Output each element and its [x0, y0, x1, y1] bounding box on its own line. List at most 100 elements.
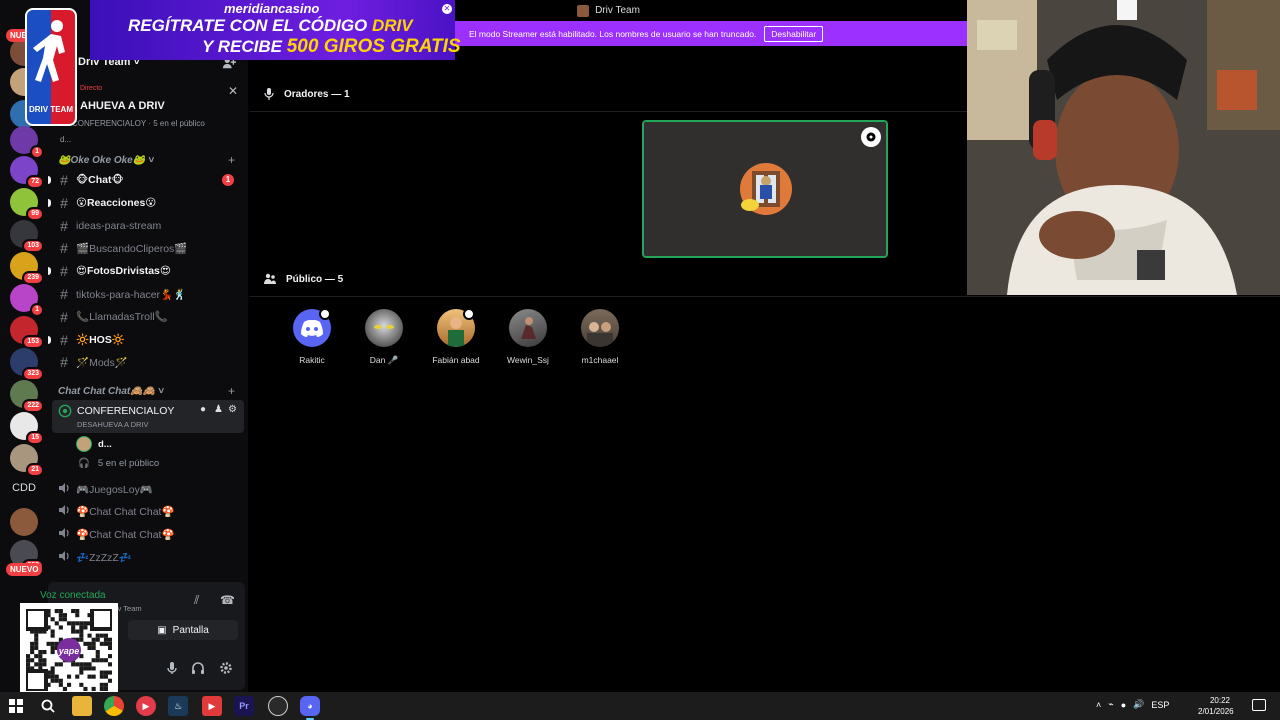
text-channel[interactable]: # 🐵Chat🐵 1: [48, 170, 242, 190]
audience-member[interactable]: Fabián abad: [420, 308, 492, 366]
logo-text: DRIV TEAM: [29, 105, 73, 114]
new-servers-pill[interactable]: NUEVO: [6, 563, 43, 576]
mention-count-badge: 72: [26, 175, 44, 189]
text-channel[interactable]: # 📞LlamadasTroll📞: [52, 307, 242, 327]
audience-member[interactable]: Wewin_Ssj: [492, 309, 564, 366]
steam-icon[interactable]: ♨: [168, 696, 188, 716]
text-channel[interactable]: # 😮Reacciones😮: [48, 193, 242, 213]
promo-banner: meridiancasino REGÍTRATE CON EL CÓDIGO D…: [90, 0, 461, 60]
disable-streamer-mode-button[interactable]: Deshabilitar: [764, 25, 824, 42]
text-channel[interactable]: # ideas-para-stream: [52, 216, 242, 236]
server-icon[interactable]: 222: [10, 380, 44, 413]
channel-name: 🔆HOS🔆: [76, 334, 125, 347]
server-icon[interactable]: 323: [10, 348, 44, 381]
voice-channel[interactable]: 🍄Chat Chat Chat🍄: [52, 502, 242, 522]
add-channel-icon[interactable]: +: [228, 153, 235, 167]
search-icon[interactable]: [38, 696, 58, 716]
audience-member[interactable]: m1chaael: [564, 309, 636, 366]
obs-icon[interactable]: [268, 696, 288, 716]
mention-count-badge: 21: [26, 463, 44, 477]
headphones-icon[interactable]: [190, 660, 206, 676]
server-icon[interactable]: 99: [10, 188, 44, 221]
chevron-up-icon[interactable]: ˄: [1096, 700, 1101, 710]
player-silhouette-icon: [33, 20, 65, 82]
voice-channel[interactable]: 🎮JuegosLoy🎮: [52, 479, 242, 499]
speaker-tile[interactable]: [642, 120, 888, 258]
server-icon[interactable]: 239: [10, 252, 44, 285]
premiere-pro-icon[interactable]: Pr: [234, 696, 254, 716]
close-icon[interactable]: ✕: [228, 84, 238, 98]
server-icon[interactable]: 72: [10, 156, 44, 189]
server-icon[interactable]: [10, 508, 38, 536]
microphone-icon[interactable]: [164, 660, 180, 676]
audience-list: Rakitic Dan 🎤 Fabián abad Wewin_Ssj m1ch…: [276, 308, 636, 366]
mention-count-badge: 1: [30, 145, 44, 159]
add-member-icon[interactable]: ♟: [214, 405, 224, 415]
gear-icon[interactable]: ⚙: [228, 405, 238, 415]
text-channel[interactable]: # 🔆HOS🔆: [48, 330, 242, 350]
microphone-icon: [264, 88, 274, 100]
server-icon[interactable]: 1: [10, 284, 44, 317]
text-channel[interactable]: # 🪄Mods🪄: [52, 352, 242, 372]
media-player-icon[interactable]: ▶: [136, 696, 156, 716]
windows-taskbar: ▶ ♨ ▶ Pr ◕ ˄ ⌁ ● 🔊 ESP 20:22 2/01/2026: [0, 692, 1280, 720]
microphone-icon[interactable]: ●: [1121, 700, 1126, 710]
category-oke-oke-oke[interactable]: 🐸Oke Oke Oke🐸 ˅: [58, 155, 154, 166]
live-stage-member: d...: [60, 135, 72, 144]
text-channel[interactable]: # tiktoks-para-hacer💃🕺: [52, 284, 242, 304]
server-icon[interactable]: 153: [10, 316, 44, 349]
qr-pattern: yape: [24, 607, 114, 693]
chrome-icon[interactable]: [104, 696, 124, 716]
hash-icon: #: [60, 354, 68, 371]
notification-center-icon[interactable]: [1252, 699, 1266, 711]
server-icon[interactable]: 1: [10, 126, 44, 159]
driv-team-logo: DRIV TEAM: [25, 8, 77, 126]
voice-channel[interactable]: 🍄Chat Chat Chat🍄: [52, 525, 242, 545]
windows-start-icon[interactable]: [6, 696, 26, 716]
chat-icon[interactable]: ●: [200, 405, 210, 415]
divider: [250, 296, 1280, 297]
category-label: Oke Oke Oke: [70, 155, 133, 166]
avatar: [509, 309, 547, 347]
stage-channel-topic: DESAHUEVA A DRIV: [77, 420, 149, 429]
avatar: [76, 436, 92, 452]
volume-icon[interactable]: 🔊: [1133, 699, 1144, 710]
add-channel-icon[interactable]: +: [228, 384, 235, 398]
record-app-icon[interactable]: ▶: [202, 696, 222, 716]
stage-channel-conferencialoy[interactable]: CONFERENCIALOY DESAHUEVA A DRIV ● ♟ ⚙: [52, 400, 244, 433]
noise-suppression-icon[interactable]: ⫽: [194, 593, 199, 608]
voice-channel[interactable]: 💤ZzZzZ💤: [52, 547, 242, 567]
server-icon[interactable]: 15: [10, 412, 44, 445]
speakers-header-label: Oradores — 1: [284, 88, 350, 100]
server-cdd[interactable]: CDD: [6, 482, 42, 494]
disconnect-icon[interactable]: ☎: [220, 593, 235, 607]
text-channel[interactable]: # 🎬BuscandoCliperos🎬: [52, 238, 242, 258]
avatar: [581, 309, 619, 347]
audience-member-name: Fabián abad: [432, 355, 480, 365]
mention-count-badge: 239: [22, 271, 44, 285]
clock[interactable]: 20:22 2/01/2026: [1198, 695, 1234, 717]
channel-name: 🪄Mods🪄: [76, 356, 128, 369]
discord-taskbar-icon[interactable]: ◕: [300, 696, 320, 720]
server-icon[interactable]: 103: [10, 220, 44, 253]
gear-icon[interactable]: [218, 660, 234, 676]
promo-line-2: Y RECIBE 500 GIROS GRATIS: [202, 36, 461, 58]
audience-member[interactable]: Dan 🎤: [348, 309, 420, 366]
file-explorer-icon[interactable]: [72, 696, 92, 716]
text-channel[interactable]: # 😍FotosDrivistas😍: [48, 261, 242, 281]
mention-count-badge: 15: [26, 431, 44, 445]
live-stage-card[interactable]: Directo AHUEVA A DRIV CONFERENCIALOY · 5…: [52, 80, 244, 150]
share-screen-button[interactable]: ▣ Pantalla: [128, 620, 238, 640]
network-icon[interactable]: ⌁: [1108, 699, 1113, 710]
audience-member-name: m1chaael: [581, 355, 619, 365]
server-icon[interactable]: 21: [10, 444, 44, 477]
channel-name: 💤ZzZzZ💤: [76, 551, 132, 564]
voice-status[interactable]: Voz conectada: [40, 590, 106, 601]
audience-member[interactable]: Rakitic: [276, 308, 348, 366]
stage-speaker-user[interactable]: d...: [76, 435, 112, 453]
audience-member-name: Wewin_Ssj: [507, 355, 549, 365]
promo-text: Y RECIBE: [202, 37, 287, 56]
language-indicator[interactable]: ESP: [1151, 700, 1169, 710]
category-chat-chat-chat[interactable]: Chat Chat Chat🙈🙈 ˅: [58, 386, 164, 397]
stage-icon: [58, 404, 72, 418]
